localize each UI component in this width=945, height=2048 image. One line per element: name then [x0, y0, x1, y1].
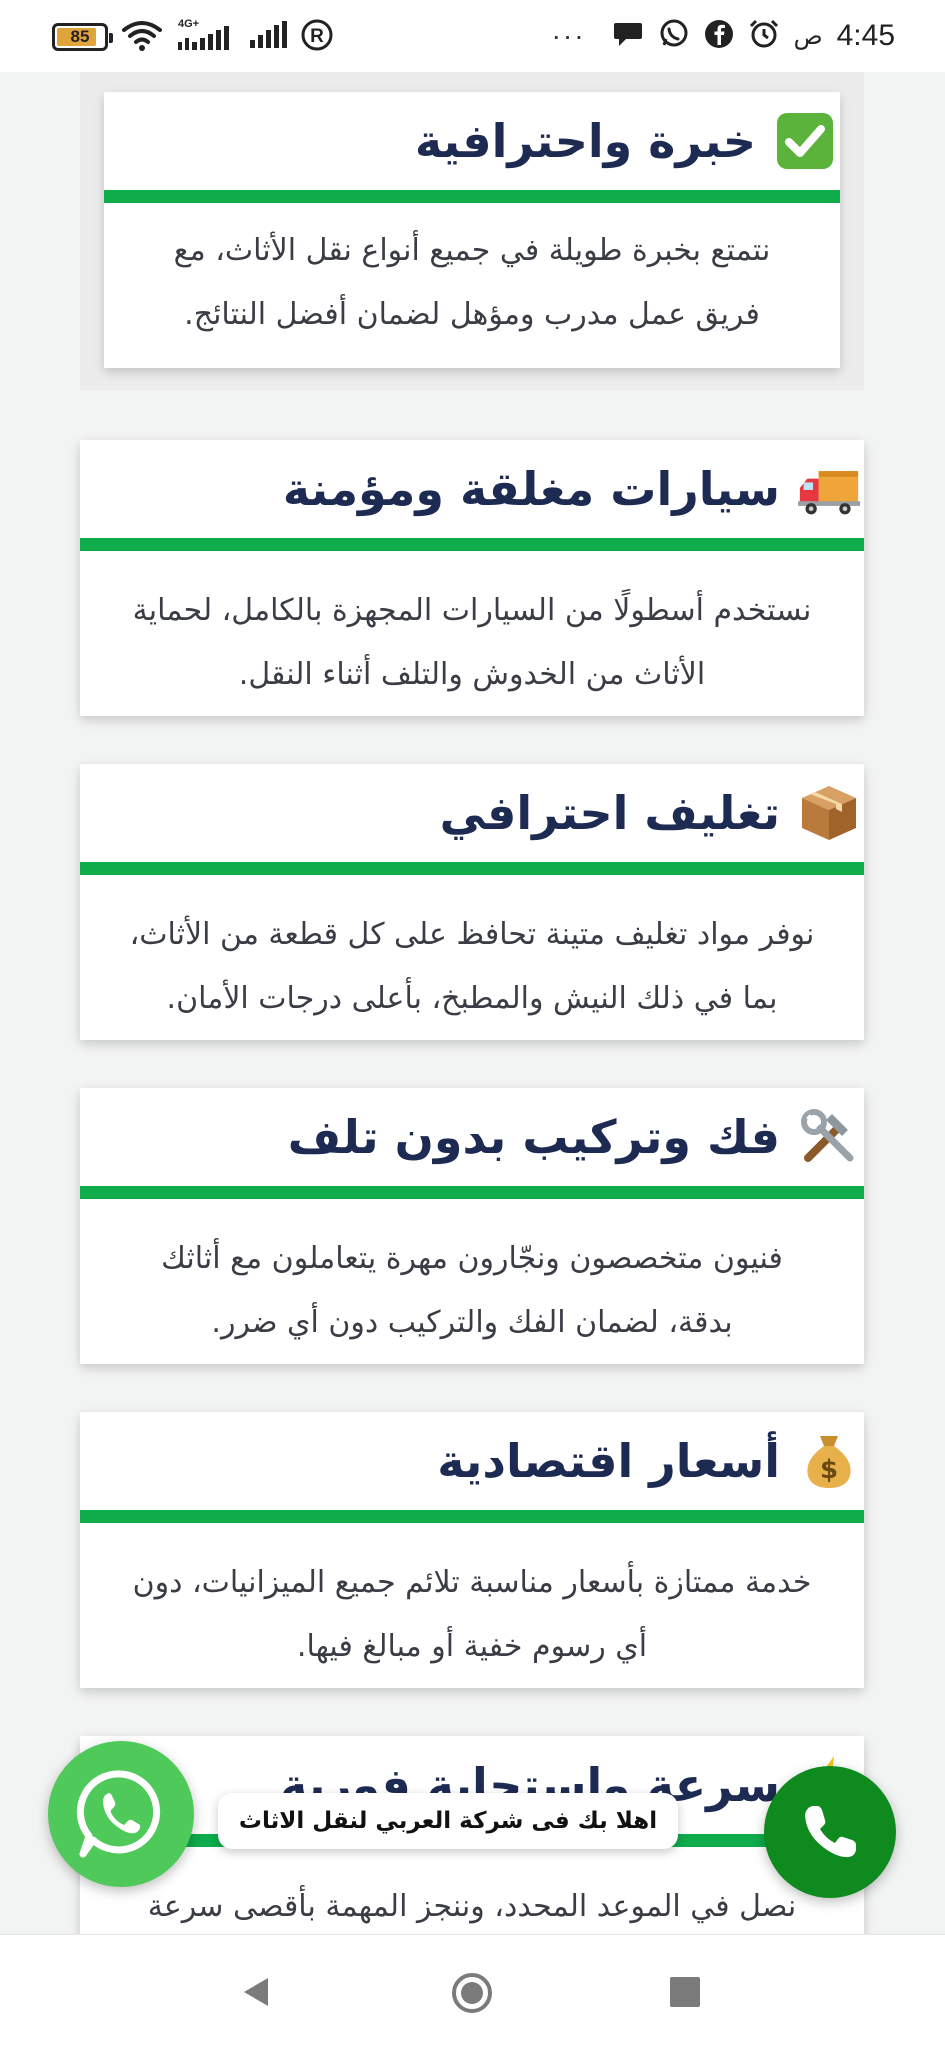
card-accent-bar: [80, 1186, 864, 1199]
card-accent-bar: [80, 538, 864, 551]
card-accent-bar: [80, 862, 864, 875]
back-icon[interactable]: [240, 1975, 272, 2013]
card-title: خبرة واحترافية: [414, 114, 756, 168]
whatsapp-button[interactable]: [48, 1741, 194, 1887]
home-icon[interactable]: [450, 1971, 494, 2019]
system-nav-bar: [0, 1934, 945, 2048]
card-description: نستخدم أسطولًا من السيارات المجهزة بالكا…: [80, 551, 864, 707]
card-text-line: نصل في الموعد المحدد، وننجز المهمة بأقصى…: [147, 1889, 797, 1924]
truck-icon: [798, 458, 860, 520]
card-title: فك وتركيب بدون تلف: [287, 1110, 780, 1164]
recent-apps-icon[interactable]: [670, 1977, 700, 2007]
money-bag-icon: $: [798, 1430, 860, 1492]
card-text-line: فنيون متخصصون ونجّارون مهرة يتعاملون مع …: [161, 1241, 783, 1276]
call-button[interactable]: [764, 1766, 896, 1898]
am-pm-label: ص: [793, 22, 823, 50]
message-icon: [612, 19, 644, 54]
signal-icon: 4G+: [176, 18, 236, 54]
card-text-line: بما في ذلك النيش والمطبخ، بأعلى درجات ال…: [166, 981, 778, 1016]
check-mark-icon: [774, 110, 836, 172]
card-text-line: خدمة ممتازة بأسعار مناسبة تلائم جميع الم…: [132, 1565, 812, 1600]
card-description: فنيون متخصصون ونجّارون مهرة يتعاملون مع …: [80, 1199, 864, 1355]
status-left-group: 85 4G+ R: [52, 18, 334, 57]
card-description: نوفر مواد تغليف متينة تحافظ على كل قطعة …: [80, 875, 864, 1031]
whatsapp-icon: [658, 18, 690, 55]
wifi-icon: [120, 18, 164, 57]
feature-card-assembly: فك وتركيب بدون تلف فنيون متخصصون ونجّارو…: [80, 1088, 864, 1364]
card-title: أسعار اقتصادية: [437, 1434, 780, 1488]
whatsapp-greeting-bubble[interactable]: اهلا بك فى شركة العربي لنقل الاثاث: [218, 1793, 678, 1849]
feature-card-packaging: تغليف احترافي نوفر مواد تغليف متينة تحاف…: [80, 764, 864, 1040]
card-title: تغليف احترافي: [439, 786, 780, 840]
signal-icon: [248, 18, 288, 57]
card-header: سيارات مغلقة ومؤمنة: [80, 440, 864, 538]
card-text-line: الأثاث من الخدوش والتلف أثناء النقل.: [238, 657, 706, 692]
feature-card-vehicles: سيارات مغلقة ومؤمنة نستخدم أسطولًا من ال…: [80, 440, 864, 716]
svg-text:$: $: [820, 1455, 838, 1485]
tools-icon: [798, 1106, 860, 1168]
feature-card-experience: خبرة واحترافية نتمتع بخبرة طويلة في جميع…: [104, 92, 840, 368]
card-description: نصل في الموعد المحدد، وننجز المهمة بأقصى…: [80, 1847, 864, 1939]
whatsapp-icon: [76, 1770, 161, 1858]
battery-icon: 85: [52, 23, 113, 51]
alarm-icon: [748, 18, 780, 55]
card-description: خدمة ممتازة بأسعار مناسبة تلائم جميع الم…: [80, 1523, 864, 1679]
whatsapp-greeting-text: اهلا بك فى شركة العربي لنقل الاثاث: [238, 1808, 658, 1834]
phone-icon: [805, 1806, 856, 1858]
card-header: تغليف احترافي: [80, 764, 864, 862]
card-description: نتمتع بخبرة طويلة في جميع أنواع نقل الأث…: [104, 203, 840, 347]
status-clock: 4:45: [836, 19, 895, 52]
card-header: $ أسعار اقتصادية: [80, 1412, 864, 1510]
card-text-line: نستخدم أسطولًا من السيارات المجهزة بالكا…: [132, 593, 812, 628]
card-accent-bar: [104, 190, 840, 203]
status-right-group: ··· ص 4:45: [552, 18, 895, 54]
card-text-line: أي رسوم خفية أو مبالغ فيها.: [296, 1629, 648, 1664]
feature-card-prices: $ أسعار اقتصادية خدمة ممتازة بأسعار مناس…: [80, 1412, 864, 1688]
card-accent-bar: [80, 1510, 864, 1523]
facebook-icon: [704, 19, 734, 54]
registered-icon: R: [300, 18, 334, 57]
package-icon: [798, 782, 860, 844]
battery-percent: 85: [70, 27, 90, 46]
card-header: خبرة واحترافية: [104, 92, 840, 190]
svg-text:R: R: [310, 26, 324, 47]
card-text-line: بدقة، لضمان الفك والتركيب دون أي ضرر.: [211, 1305, 733, 1340]
card-text-line: نوفر مواد تغليف متينة تحافظ على كل قطعة …: [129, 917, 815, 952]
card-text-line: فريق عمل مدرب ومؤهل لضمان أفضل النتائج.: [184, 297, 760, 332]
card-header: فك وتركيب بدون تلف: [80, 1088, 864, 1186]
status-bar: 85 4G+ R ··· ص 4:45: [0, 0, 945, 72]
more-notifications-icon: ···: [551, 20, 586, 51]
card-text-line: نتمتع بخبرة طويلة في جميع أنواع نقل الأث…: [173, 233, 771, 268]
card-title: سيارات مغلقة ومؤمنة: [282, 462, 780, 516]
